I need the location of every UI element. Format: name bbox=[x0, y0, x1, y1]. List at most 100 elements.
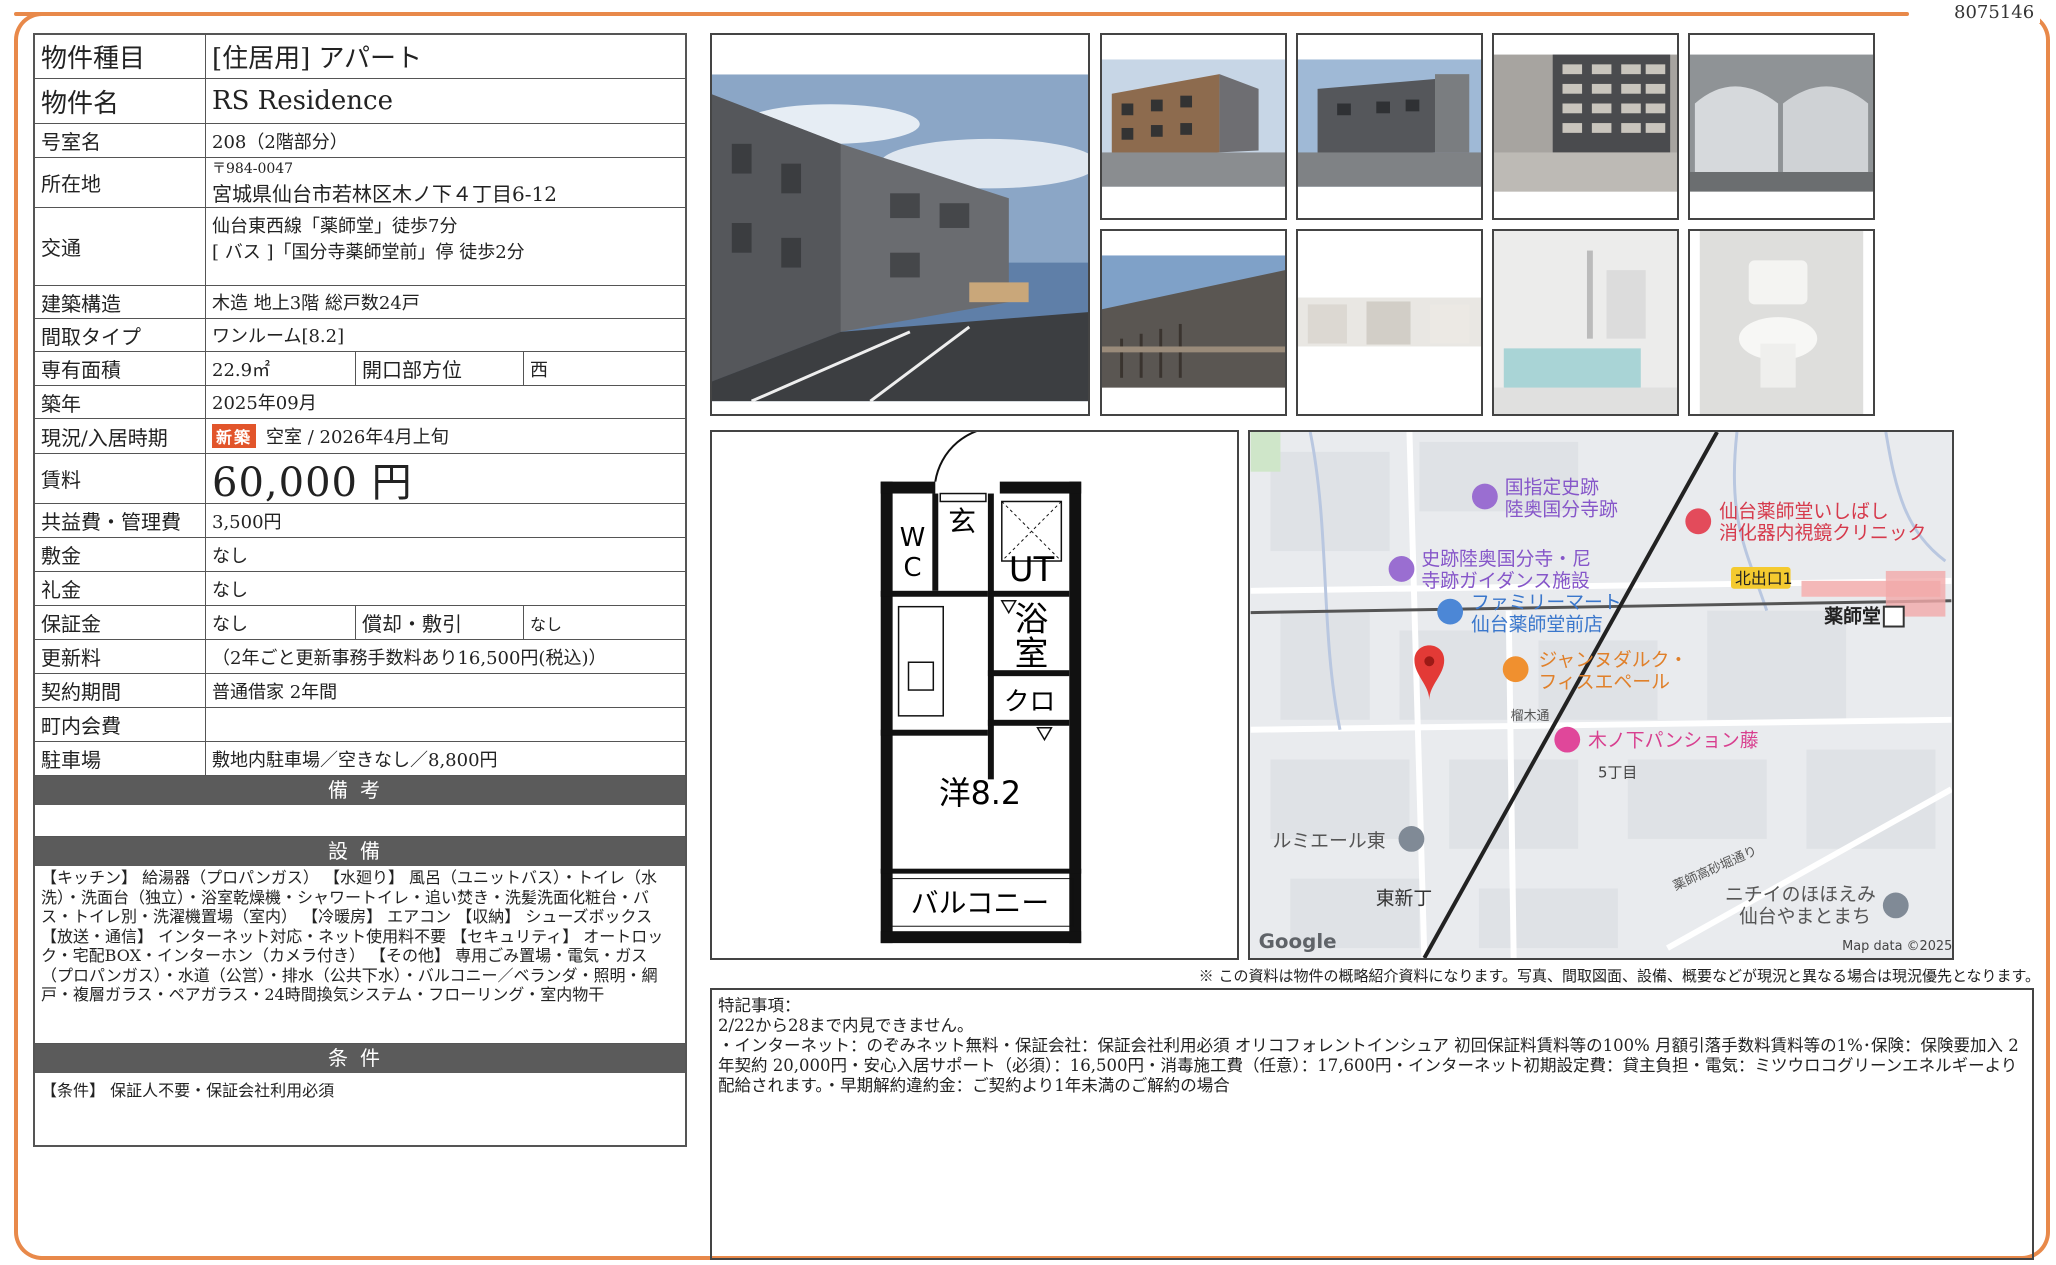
mailbox-image bbox=[1494, 35, 1677, 218]
google-logo: Google bbox=[1259, 930, 1337, 953]
amortization-value: なし bbox=[530, 614, 563, 634]
notes-area bbox=[35, 805, 685, 837]
plan-entrance-label: 玄 bbox=[948, 505, 976, 538]
association-value bbox=[206, 708, 685, 741]
key-money-label: 礼金 bbox=[35, 572, 206, 605]
conditions-text: 【条件】 保証人不要・保証会社利用必須 bbox=[41, 1081, 335, 1100]
washroom-image bbox=[1298, 231, 1481, 414]
plan-bath-label-2: 室 bbox=[1015, 634, 1049, 673]
layout-value: ワンルーム[8.2] bbox=[212, 326, 345, 347]
guarantee-value: なし bbox=[206, 606, 356, 639]
map-poi-8a: ニチイのほほえみ bbox=[1725, 884, 1876, 905]
photo-mailbox[interactable] bbox=[1492, 33, 1679, 220]
row-room: 号室名 208（2階部分） bbox=[35, 124, 685, 158]
equipment-section-title: 設備 bbox=[35, 837, 685, 866]
renewal-value: （2年ごと更新事務手数料あり16,500円(税込)） bbox=[212, 647, 607, 669]
new-build-badge: 新築 bbox=[212, 424, 257, 448]
built-label: 築年 bbox=[35, 386, 206, 418]
exterior-4-image bbox=[1102, 231, 1285, 414]
row-guarantee: 保証金 なし 償却・敷引 なし bbox=[35, 606, 685, 640]
transport-label: 交通 bbox=[35, 208, 206, 285]
photo-exterior-main[interactable] bbox=[710, 33, 1090, 416]
special-notes-box: 特記事項： 2/22から28まで内見できません。 ・インターネット：のぞみネット… bbox=[710, 988, 2034, 1260]
fee-label: 共益費・管理費 bbox=[35, 504, 206, 537]
map-poi-6: 木ノ下パンション藤 bbox=[1588, 730, 1759, 752]
area-label: 専有面積 bbox=[35, 352, 206, 385]
contract-label: 契約期間 bbox=[35, 674, 206, 707]
name-value: RS Residence bbox=[212, 86, 393, 116]
row-layout: 間取タイプ ワンルーム[8.2] bbox=[35, 319, 685, 352]
fee-value: 3,500円 bbox=[212, 511, 282, 533]
map-poi-1a: 国指定史跡 bbox=[1505, 477, 1599, 499]
row-key-money: 礼金 なし bbox=[35, 572, 685, 606]
key-money-value: なし bbox=[212, 579, 248, 601]
map-poi-3a: 史跡陸奥国分寺・尼 bbox=[1421, 548, 1591, 570]
layout-label: 間取タイプ bbox=[35, 319, 206, 351]
special-notes-line-1: 2/22から28まで内見できません。 bbox=[718, 1016, 974, 1035]
photo-exterior-4[interactable] bbox=[1100, 229, 1287, 416]
map-exit-label: 北出口1 bbox=[1735, 569, 1793, 588]
deposit-value: なし bbox=[212, 545, 248, 567]
map-drawing: 国指定史跡 陸奥国分寺跡 仙台薬師堂いしばし 消化器内視鏡クリニック 史跡陸奥国… bbox=[1250, 432, 1952, 958]
photo-garbage-storage[interactable] bbox=[1688, 33, 1875, 220]
type-label: 物件種目 bbox=[35, 35, 206, 78]
special-notes-heading: 特記事項： bbox=[718, 996, 801, 1015]
photo-exterior-3[interactable] bbox=[1296, 33, 1483, 220]
row-association: 町内会費 bbox=[35, 708, 685, 742]
address-zip: 〒984-0047 bbox=[212, 161, 294, 177]
map-poi-4a: ファミリーマート bbox=[1471, 593, 1622, 614]
map-poi-8b: 仙台やまとまち bbox=[1739, 905, 1871, 927]
transport-line-2: [ バス ]「国分寺薬師堂前」停 徒歩2分 bbox=[212, 242, 525, 263]
conditions-section-title: 条件 bbox=[35, 1044, 685, 1073]
plan-wc-label-1: W bbox=[900, 523, 926, 553]
guarantee-label: 保証金 bbox=[35, 606, 206, 639]
map-poi-5a: ジャンヌダルク・ bbox=[1538, 649, 1687, 671]
row-name: 物件名 RS Residence bbox=[35, 79, 685, 124]
row-deposit: 敷金 なし bbox=[35, 538, 685, 572]
map-poi-3b: 寺跡ガイダンス施設 bbox=[1421, 570, 1590, 592]
parking-label: 駐車場 bbox=[35, 742, 206, 775]
exterior-2-image bbox=[1102, 35, 1285, 218]
structure-value: 木造 地上3階 総戸数24戸 bbox=[212, 293, 420, 314]
address-label: 所在地 bbox=[35, 158, 206, 207]
map-poi-1b: 陸奥国分寺跡 bbox=[1505, 498, 1618, 520]
map-poi-7: ルミエール東 bbox=[1272, 830, 1385, 852]
row-area: 専有面積 22.9㎡ 開口部方位 西 bbox=[35, 352, 685, 386]
renewal-label: 更新料 bbox=[35, 640, 206, 673]
contract-value: 普通借家 2年間 bbox=[212, 681, 338, 703]
map-block-label: 5丁目 bbox=[1598, 763, 1637, 781]
name-label: 物件名 bbox=[35, 79, 206, 123]
photo-toilet[interactable] bbox=[1688, 229, 1875, 416]
photo-bathroom[interactable] bbox=[1492, 229, 1679, 416]
direction-label: 開口部方位 bbox=[356, 352, 524, 385]
disclaimer-text: ※ この資料は物件の概略紹介資料になります。写真、間取図面、設備、概要などが現況… bbox=[1198, 967, 2040, 985]
transport-line-1: 仙台東西線「薬師堂」徒歩7分 bbox=[212, 216, 458, 237]
row-structure: 建築構造 木造 地上3階 総戸数24戸 bbox=[35, 286, 685, 319]
special-notes-line-2: ・インターネット：のぞみネット無料・保証会社：保証会社利用必須 オリコフォレント… bbox=[718, 1036, 2019, 1095]
room-label: 号室名 bbox=[35, 124, 206, 157]
amortization-label: 償却・敷引 bbox=[356, 606, 524, 639]
type-value: [住居用] アパート bbox=[212, 44, 423, 74]
plan-bath-label-1: 浴 bbox=[1015, 599, 1049, 638]
direction-value: 西 bbox=[530, 359, 548, 381]
map-poi-4b: 仙台薬師堂前店 bbox=[1471, 613, 1603, 635]
row-transport: 交通 仙台東西線「薬師堂」徒歩7分 [ バス ]「国分寺薬師堂前」停 徒歩2分 bbox=[35, 208, 685, 286]
map-data-credit: Map data ©2025 bbox=[1842, 939, 1952, 954]
row-parking: 駐車場 敷地内駐車場／空きなし／8,800円 bbox=[35, 742, 685, 776]
room-value: 208（2階部分） bbox=[212, 131, 348, 153]
deposit-label: 敷金 bbox=[35, 538, 206, 571]
status-label: 現況/入居時期 bbox=[35, 419, 206, 453]
map-area-label: 東新丁 bbox=[1376, 887, 1433, 909]
property-id: 8075146 bbox=[1948, 2, 2041, 23]
notes-section-title: 備考 bbox=[35, 776, 685, 805]
photo-exterior-2[interactable] bbox=[1100, 33, 1287, 220]
toilet-image bbox=[1690, 231, 1873, 414]
location-map[interactable]: 国指定史跡 陸奥国分寺跡 仙台薬師堂いしばし 消化器内視鏡クリニック 史跡陸奥国… bbox=[1248, 430, 1954, 960]
row-address: 所在地 〒984-0047 宮城県仙台市若林区木ノ下４丁目6-12 bbox=[35, 158, 685, 208]
map-poi-5b: フィスエペール bbox=[1538, 672, 1670, 693]
photo-washroom[interactable] bbox=[1296, 229, 1483, 416]
built-value: 2025年09月 bbox=[212, 393, 317, 414]
map-station-label: 薬師堂 bbox=[1824, 605, 1881, 628]
plan-ut-label: UT bbox=[1009, 550, 1055, 589]
floor-plan-drawing: 玄 W C UT 浴 室 クロ 洋8.2 バルコニー bbox=[880, 432, 1082, 944]
